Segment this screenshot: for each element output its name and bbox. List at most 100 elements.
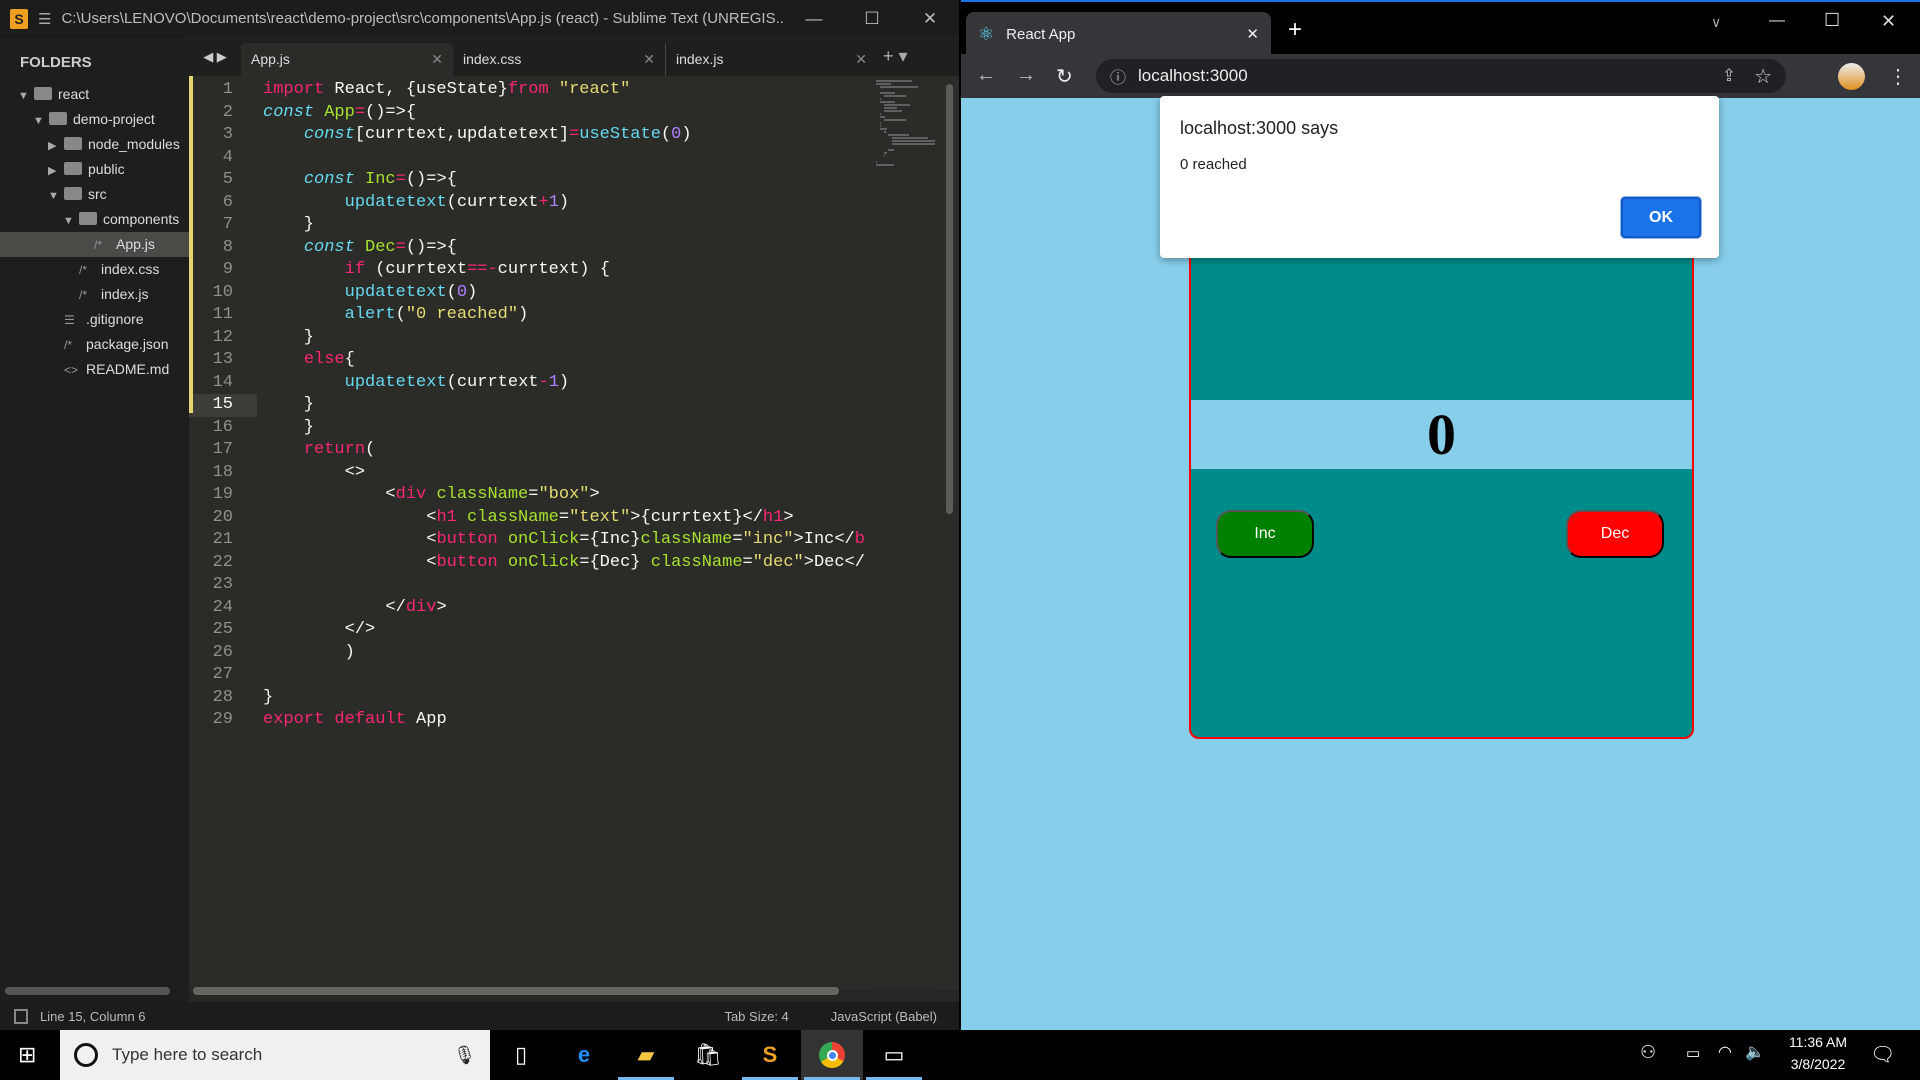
- code-line[interactable]: }: [263, 687, 871, 710]
- disclosure-arrow-icon[interactable]: ▼: [33, 109, 49, 132]
- forward-icon[interactable]: →: [1016, 64, 1036, 87]
- sidebar-item[interactable]: /* package.json: [0, 332, 189, 357]
- code-line[interactable]: }: [263, 327, 871, 350]
- code-line[interactable]: const Dec=()=>{: [263, 237, 871, 260]
- maximize-button[interactable]: ☐: [1824, 10, 1840, 31]
- notifications-icon[interactable]: 🗨: [1870, 1042, 1895, 1067]
- sublime-text-icon[interactable]: S: [739, 1030, 801, 1080]
- back-icon[interactable]: ←: [976, 64, 996, 87]
- code-line[interactable]: export default App: [263, 709, 871, 732]
- ok-button[interactable]: OK: [1621, 197, 1701, 238]
- url-text[interactable]: localhost:3000: [1138, 66, 1722, 86]
- windows-start-icon[interactable]: ⊞: [18, 1042, 36, 1068]
- sidebar-item[interactable]: ▼ components: [0, 207, 189, 232]
- tab-app-js[interactable]: App.js ✕: [241, 43, 453, 76]
- code-line[interactable]: </div>: [263, 597, 871, 620]
- bookmark-star-icon[interactable]: ☆: [1754, 64, 1772, 89]
- code-line[interactable]: <button onClick={Inc}className="inc">Inc…: [263, 529, 871, 552]
- code-line[interactable]: updatetext(currtext-1): [263, 372, 871, 395]
- tab-index-css[interactable]: index.css ✕: [453, 43, 665, 76]
- code-line[interactable]: }: [263, 394, 871, 417]
- close-tab-icon[interactable]: ✕: [643, 51, 655, 68]
- code-line[interactable]: ): [263, 642, 871, 665]
- code-line[interactable]: const[currtext,updatetext]=useState(0): [263, 124, 871, 147]
- file-explorer-icon[interactable]: ▰: [615, 1030, 677, 1080]
- volume-icon[interactable]: 🔈: [1745, 1042, 1765, 1062]
- close-tab-icon[interactable]: ✕: [431, 51, 443, 68]
- task-view-icon[interactable]: ▯: [490, 1030, 552, 1080]
- tab-search-icon[interactable]: ∨: [1711, 14, 1721, 31]
- minimize-button[interactable]: —: [785, 9, 843, 29]
- taskbar-search[interactable]: Type here to search 🎙: [60, 1030, 490, 1080]
- code-line[interactable]: <div className="box">: [263, 484, 871, 507]
- share-icon[interactable]: ⇪: [1722, 66, 1736, 86]
- code-line[interactable]: </>: [263, 619, 871, 642]
- code-line[interactable]: }: [263, 214, 871, 237]
- code-line[interactable]: import React, {useState}from "react": [263, 79, 871, 102]
- code-line[interactable]: <button onClick={Dec} className="dec">De…: [263, 552, 871, 575]
- new-tab-icon[interactable]: +: [1288, 16, 1302, 44]
- close-tab-icon[interactable]: ✕: [1246, 25, 1259, 43]
- disclosure-arrow-icon[interactable]: ▼: [48, 184, 64, 207]
- vertical-scrollbar[interactable]: [946, 84, 953, 514]
- sidebar-item[interactable]: /* index.js: [0, 282, 189, 307]
- code-line[interactable]: updatetext(currtext+1): [263, 192, 871, 215]
- battery-icon[interactable]: ▭: [1686, 1044, 1700, 1062]
- store-icon[interactable]: 🛍: [677, 1030, 739, 1080]
- sidebar-item[interactable]: ▼ src: [0, 182, 189, 207]
- clock-time[interactable]: 11:36 AM: [1782, 1034, 1854, 1050]
- syntax-mode[interactable]: JavaScript (Babel): [831, 1009, 937, 1024]
- edge-icon[interactable]: e: [553, 1030, 615, 1080]
- horizontal-scrollbar[interactable]: [193, 987, 839, 995]
- browser-tab[interactable]: ⚛ React App ✕: [966, 12, 1271, 56]
- close-button[interactable]: ✕: [901, 9, 959, 29]
- terminal-icon[interactable]: ▭: [863, 1030, 925, 1080]
- chrome-icon[interactable]: [801, 1030, 863, 1080]
- tab-index-js[interactable]: index.js ✕: [665, 43, 877, 76]
- wifi-icon[interactable]: ◠: [1718, 1042, 1732, 1062]
- menu-icon[interactable]: ☰: [38, 10, 51, 28]
- code-line[interactable]: else{: [263, 349, 871, 372]
- sidebar-scrollbar[interactable]: [5, 987, 170, 995]
- reload-icon[interactable]: ↻: [1056, 64, 1073, 89]
- code-line[interactable]: alert("0 reached"): [263, 304, 871, 327]
- code-line[interactable]: [263, 147, 871, 170]
- people-icon[interactable]: ⚇: [1640, 1042, 1656, 1063]
- code-line[interactable]: const App=()=>{: [263, 102, 871, 125]
- code-line[interactable]: [263, 574, 871, 597]
- code-line[interactable]: [263, 664, 871, 687]
- address-bar[interactable]: ⓘ localhost:3000 ⇪ ☆: [1096, 59, 1786, 93]
- disclosure-arrow-icon[interactable]: ▼: [63, 209, 79, 232]
- dec-button[interactable]: Dec: [1566, 510, 1664, 558]
- sidebar-item[interactable]: ▶ public: [0, 157, 189, 182]
- microphone-icon[interactable]: 🎙: [453, 1045, 476, 1066]
- code-line[interactable]: <>: [263, 462, 871, 485]
- disclosure-arrow-icon[interactable]: ▶: [48, 159, 64, 182]
- code-editor[interactable]: 1 2 3 4 5 6 7 8 9 10 11 12 13 14 15 16 17 18 19 20 21 22 23 24 2…: [189, 76, 959, 990]
- code-line[interactable]: <h1 className="text">{currtext}</h1>: [263, 507, 871, 530]
- code-line[interactable]: const Inc=()=>{: [263, 169, 871, 192]
- disclosure-arrow-icon[interactable]: ▼: [18, 84, 34, 107]
- code-line[interactable]: }: [263, 417, 871, 440]
- minimap[interactable]: [872, 76, 942, 990]
- disclosure-arrow-icon[interactable]: ▶: [48, 134, 64, 157]
- minimize-button[interactable]: —: [1769, 12, 1785, 30]
- close-tab-icon[interactable]: ✕: [855, 51, 867, 68]
- tab-size[interactable]: Tab Size: 4: [724, 1009, 788, 1024]
- inc-button[interactable]: Inc: [1216, 510, 1314, 558]
- sidebar-item[interactable]: ▼ demo-project: [0, 107, 189, 132]
- sidebar-item[interactable]: ☰ .gitignore: [0, 307, 189, 332]
- clock-date[interactable]: 3/8/2022: [1782, 1056, 1854, 1072]
- code-line[interactable]: updatetext(0): [263, 282, 871, 305]
- sidebar-item[interactable]: /* index.css: [0, 257, 189, 282]
- site-info-icon[interactable]: ⓘ: [1110, 64, 1126, 88]
- sidebar-toggle-icon[interactable]: [14, 1008, 28, 1024]
- sidebar-item[interactable]: <> README.md: [0, 357, 189, 382]
- tab-nav-arrows-icon[interactable]: ◀ ▶: [189, 37, 241, 76]
- maximize-button[interactable]: ☐: [843, 9, 901, 29]
- code-line[interactable]: if (currtext==-currtext) {: [263, 259, 871, 282]
- kebab-menu-icon[interactable]: ⋮: [1888, 64, 1908, 89]
- sidebar-item[interactable]: ▼ react: [0, 82, 189, 107]
- new-tab-icon[interactable]: + ▾: [883, 37, 908, 76]
- sidebar-item[interactable]: /* App.js: [0, 232, 189, 257]
